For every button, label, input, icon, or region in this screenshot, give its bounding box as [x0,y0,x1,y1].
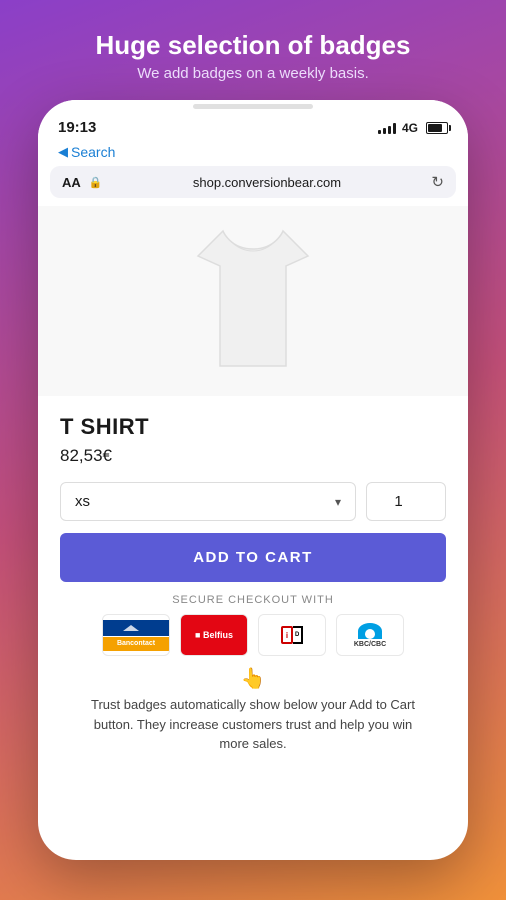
status-time: 19:13 [58,119,96,136]
back-label: Search [71,144,115,160]
trust-area: 👆 Trust badges automatically show below … [60,656,446,766]
belfius-badge: ■ Belfius [180,614,248,656]
quantity-input[interactable] [366,482,446,521]
trust-text: Trust badges automatically show below yo… [80,695,426,754]
trust-emoji: 👆 [80,666,426,691]
back-nav: ◀ Search [38,142,468,166]
add-to-cart-button[interactable]: ADD TO CART [60,533,446,582]
signal-bars [378,122,396,134]
product-price: 82,53€ [60,446,446,466]
header-title: Huge selection of badges [96,30,411,61]
reload-icon[interactable]: ↻ [431,173,444,191]
battery-icon [426,122,448,134]
tshirt-image [168,221,338,381]
payment-icons: Bancontact ■ Belfius i [60,614,446,656]
header-subtitle: We add badges on a weekly basis. [96,65,411,82]
status-bar: 19:13 4G [38,109,468,142]
bancontact-badge: Bancontact [102,614,170,656]
product-image-area [38,206,468,396]
status-icons: 4G [378,121,448,135]
ideal-badge: i D [258,614,326,656]
kbc-badge: KBC/CBC [336,614,404,656]
header-text: Huge selection of badges We add badges o… [96,30,411,82]
product-details: T SHIRT 82,53€ xs ▾ ADD TO CART SECURE C… [38,396,468,860]
back-arrow-icon: ◀ [58,144,68,160]
size-value: xs [75,493,90,510]
lock-icon: 🔒 [89,176,103,189]
notch-area [38,100,468,109]
product-name: T SHIRT [60,414,446,440]
address-bar[interactable]: AA 🔒 shop.conversionbear.com ↻ [50,166,456,198]
phone-frame: 19:13 4G ◀ Search AA 🔒 shop.conversionbe… [38,100,468,860]
chevron-down-icon: ▾ [335,495,341,509]
signal-label: 4G [402,121,418,135]
size-select[interactable]: xs ▾ [60,482,356,521]
secure-checkout-label: SECURE CHECKOUT WITH [60,594,446,606]
url-text: shop.conversionbear.com [110,175,423,190]
aa-label: AA [62,175,81,190]
options-row: xs ▾ [60,482,446,521]
